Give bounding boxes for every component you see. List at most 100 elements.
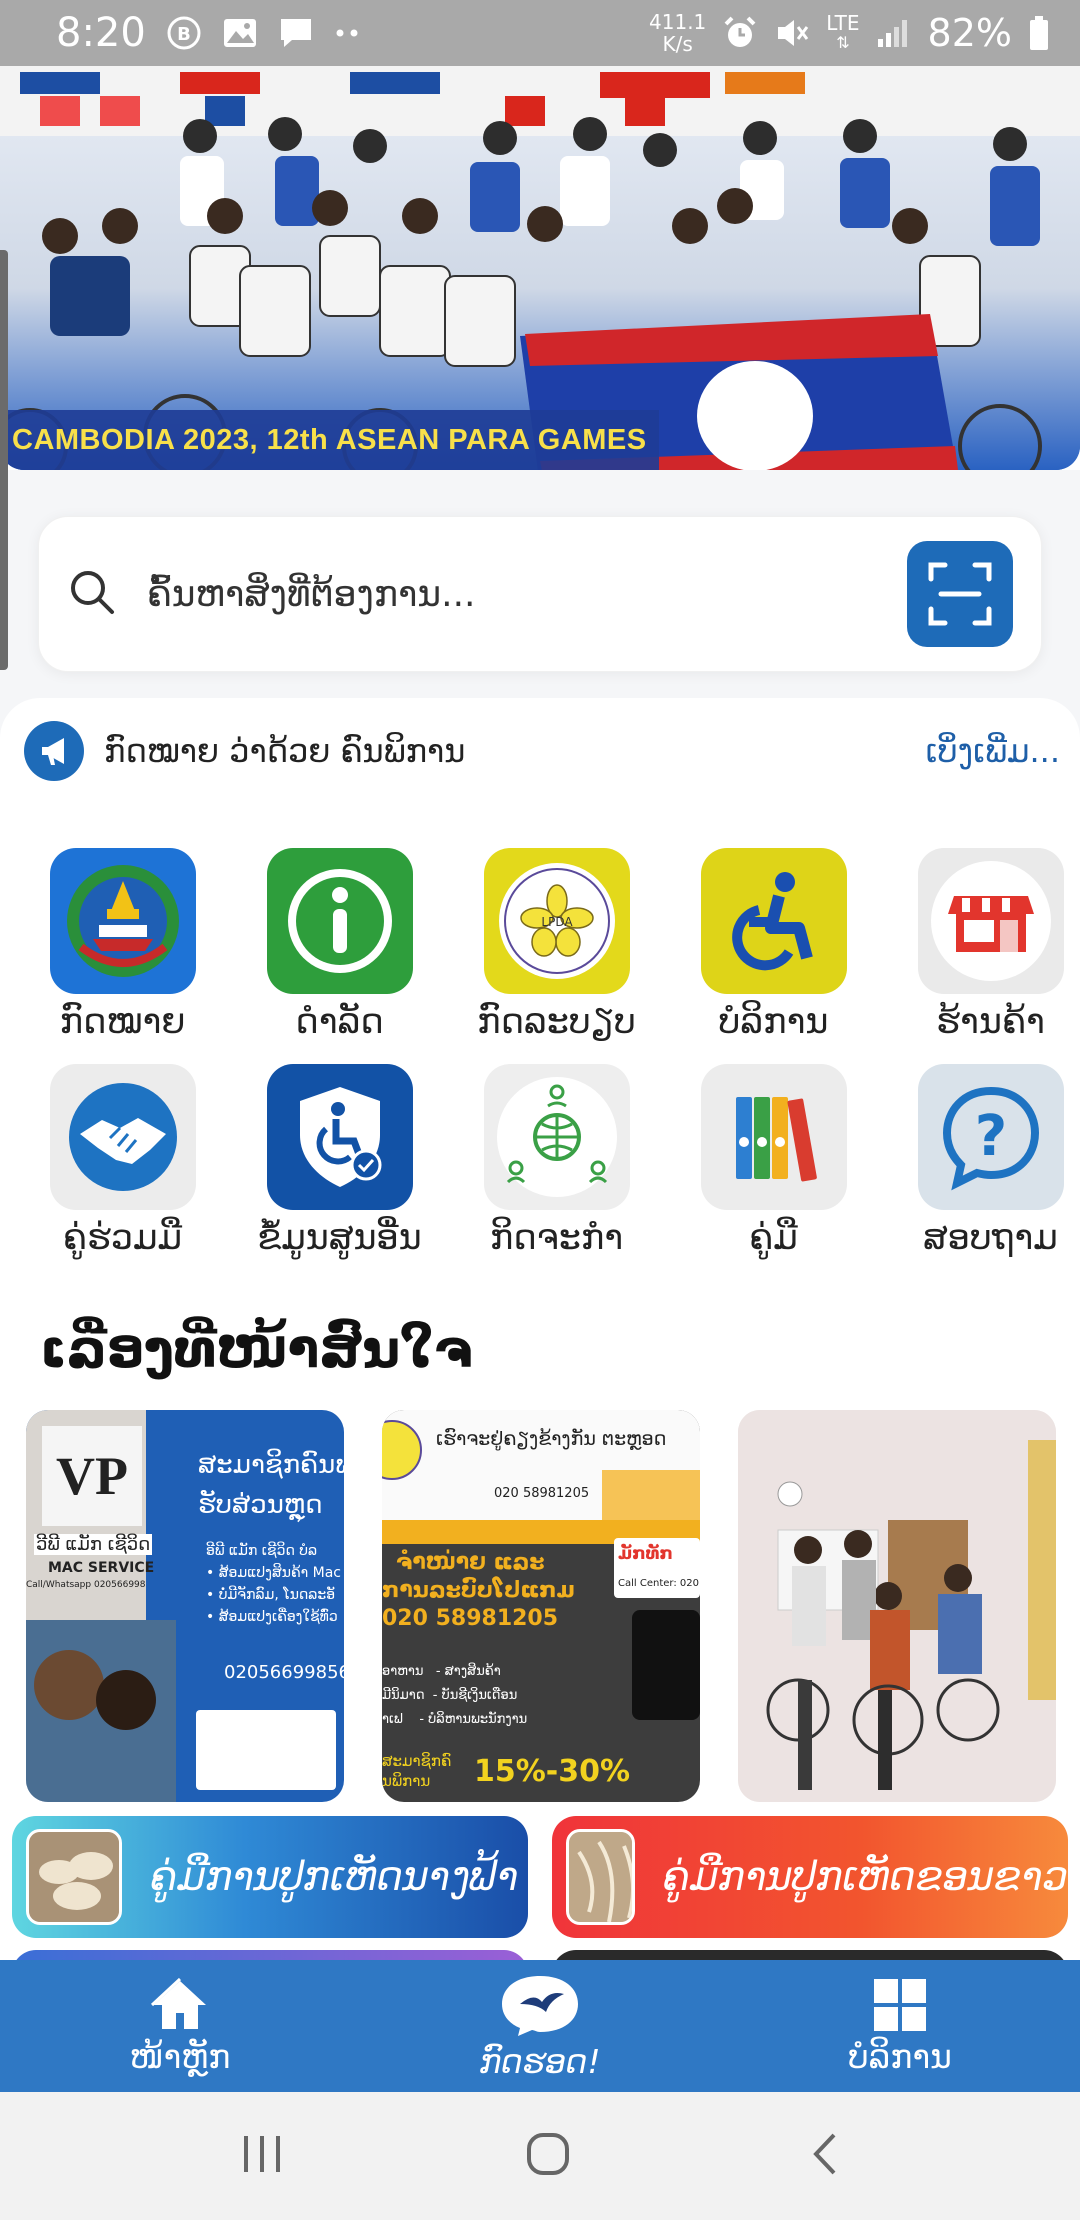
group-photo xyxy=(738,1410,1056,1802)
menu-item-partners[interactable]: ຄູ່ຮ່ວມມື xyxy=(14,1064,231,1258)
nav-center-label: ກົດຮອດ! xyxy=(479,2041,601,2081)
card1-brand: ວີພີ ແມັກ ເຊີວິດ xyxy=(34,1534,153,1555)
binders-icon xyxy=(700,1064,847,1210)
card2-discount-label: ສະມາຊິກຄົ xyxy=(382,1752,452,1770)
menu-label: ບໍລິການ xyxy=(718,1002,829,1042)
network-type: LTE ⇅ xyxy=(826,11,860,52)
scan-icon xyxy=(928,562,992,626)
nav-home[interactable]: ໜ້າຫຼັກ xyxy=(0,1960,360,2092)
lao-emblem-icon xyxy=(49,848,196,994)
system-navigation-bar xyxy=(0,2092,1080,2220)
home-button[interactable] xyxy=(525,2131,571,2181)
section-title: ເລື່ອງທີ່ໜ້າສົນໃຈ xyxy=(40,1320,473,1380)
featured-cards: VP ວີພີ ແມັກ ເຊີວິດ MAC SERVICE Call/Wha… xyxy=(26,1410,1056,1802)
back-button[interactable] xyxy=(810,2131,840,2181)
card2-discount-label2: ນພິການ xyxy=(382,1772,431,1790)
search-input[interactable]: ຄົ້ນຫາສິ່ງທີ່ຕ້ອງການ... xyxy=(147,574,907,615)
card2-row: ອາຫານ - ສາງສິນຄ້າ xyxy=(382,1664,501,1679)
card2-row: າເຟ - ບໍລິຫານພະນັກງານ xyxy=(382,1712,528,1727)
menu-label: ຄູ່ຮ່ວມມື xyxy=(62,1218,183,1258)
shop-icon xyxy=(917,848,1064,994)
svg-text:LPDA: LPDA xyxy=(541,915,573,929)
battery-icon xyxy=(1028,15,1050,51)
card2-headline: ເຮົາຈະຢູ່ຄຽງຂ້າງກັນ ຕະຫຼອດ xyxy=(436,1428,667,1450)
wheelchair-icon xyxy=(700,848,847,994)
more-dots-icon xyxy=(334,28,364,38)
speed-indicator: 411.1 K/s xyxy=(649,10,707,56)
promo-oyster-mushroom[interactable]: ຄູ່ມືການປູກເຫັດນາງຟ້າ xyxy=(12,1816,528,1938)
menu-label: ກິດຈະກຳ xyxy=(489,1218,624,1258)
message-icon xyxy=(278,16,314,50)
promo-enoki-mushroom[interactable]: ຄູ່ມືການປູກເຫັດຂອນຂາວ xyxy=(552,1816,1068,1938)
bird-chat-icon xyxy=(502,1975,578,2036)
card1-phone: 02056699856 xyxy=(224,1662,344,1683)
megaphone-icon xyxy=(24,721,84,781)
menu-item-decree[interactable]: ດຳລັດ xyxy=(231,848,448,1042)
grid-icon xyxy=(874,1978,926,2031)
question-icon: ? xyxy=(917,1064,1064,1210)
menu-item-service[interactable]: ບໍລິການ xyxy=(665,848,882,1042)
card2-phone-small: 020 58981205 xyxy=(494,1486,590,1501)
search-icon xyxy=(67,567,117,621)
b-notification-icon: B xyxy=(166,15,202,51)
scan-button[interactable] xyxy=(907,541,1013,647)
card2-brand: ມັກທັກ xyxy=(618,1544,673,1564)
card1-sub: ຮັບສ່ວນຫຼຸດ xyxy=(198,1490,323,1520)
hero-banner[interactable]: CAMBODIA 2023, 12th ASEAN PARA GAMES xyxy=(0,66,1080,470)
menu-grid: ກົດໝາຍ ດຳລັດ LPDA ກົດລະບຽບ ບໍລິການ ຮ້ານຄ… xyxy=(14,848,1074,1258)
menu-item-inquiry[interactable]: ? ສອບຖາມ xyxy=(882,1064,1080,1258)
network-globe-icon xyxy=(483,1064,630,1210)
card1-brand-en: MAC SERVICE xyxy=(48,1560,155,1576)
nav-services-label: ບໍລິການ xyxy=(848,2036,952,2076)
status-time: 8:20 xyxy=(56,10,146,56)
handshake-icon xyxy=(49,1064,196,1210)
card1-line: • ບໍ່ມີຈັກລົມ, ໂນດລະອັ xyxy=(206,1587,336,1603)
menu-item-law[interactable]: ກົດໝາຍ xyxy=(14,848,231,1042)
menu-item-shop[interactable]: ຮ້ານຄ້າ xyxy=(882,848,1080,1042)
menu-label: ກົດລະບຽບ xyxy=(477,1002,636,1042)
search-bar[interactable]: ຄົ້ນຫາສິ່ງທີ່ຕ້ອງການ... xyxy=(38,516,1042,672)
see-more-link[interactable]: ເບິ່ງເພີ່ມ... xyxy=(926,732,1060,770)
featured-card-group-photo[interactable] xyxy=(738,1410,1056,1802)
card1-line: • ສ້ອມແປງເຄື່ອງໃຊ້ທົ່ວ xyxy=(206,1609,338,1625)
card2-title2: ການລະບົບໂປແກມ xyxy=(382,1578,575,1603)
card2-title1: ຈຳໜ່າຍ ແລະ xyxy=(396,1550,545,1575)
recent-apps-button[interactable] xyxy=(240,2134,286,2178)
card2-phone: 020 58981205 xyxy=(382,1606,559,1631)
news-label: ກົດໝາຍ ວ່າດ້ວຍ ຄົນພິການ xyxy=(104,732,466,770)
promo-label: ຄູ່ມືການປູກເຫັດນາງຟ້າ xyxy=(150,1854,519,1900)
shield-wheelchair-icon xyxy=(266,1064,413,1210)
menu-item-other-centers[interactable]: ຂໍ້ມູນສູນອື່ນ xyxy=(231,1064,448,1258)
menu-label: ສອບຖາມ xyxy=(923,1218,1058,1258)
gallery-icon xyxy=(222,17,258,49)
card2-row: ມີນິມາດ - ບັນຊີເງິນເດືອນ xyxy=(382,1688,518,1703)
card1-whatsapp: Call/Whatsapp 02056699856 xyxy=(26,1580,146,1590)
home-icon xyxy=(150,1977,206,2029)
card1-headline: ສະມາຊິກຄົນພ xyxy=(198,1450,344,1480)
menu-item-manual[interactable]: ຄູ່ມື xyxy=(665,1064,882,1258)
mushroom-thumb xyxy=(26,1829,122,1925)
menu-item-regulation[interactable]: LPDA ກົດລະບຽບ xyxy=(448,848,665,1042)
promo-label: ຄູ່ມືການປູກເຫັດຂອນຂາວ xyxy=(662,1854,1068,1900)
featured-card-mac-service[interactable]: VP ວີພີ ແມັກ ເຊີວິດ MAC SERVICE Call/Wha… xyxy=(26,1410,344,1802)
signal-icon xyxy=(876,17,912,49)
status-bar: 8:20 B 411.1 K/s LTE ⇅ 82% xyxy=(0,0,1080,66)
menu-item-activities[interactable]: ກິດຈະກຳ xyxy=(448,1064,665,1258)
menu-label: ດຳລັດ xyxy=(295,1002,384,1042)
svg-text:?: ? xyxy=(974,1104,1006,1169)
menu-label: ຂໍ້ມູນສູນອື່ນ xyxy=(257,1218,422,1258)
nav-home-label: ໜ້າຫຼັກ xyxy=(129,2036,231,2076)
card1-line: • ສ້ອມແປງສິນຄ້າ Mac xyxy=(206,1565,341,1581)
nav-services[interactable]: ບໍລິການ xyxy=(720,1960,1080,2092)
nav-center[interactable]: ກົດຮອດ! xyxy=(360,1960,720,2092)
menu-label: ກົດໝາຍ xyxy=(59,1002,186,1042)
menu-label: ຮ້ານຄ້າ xyxy=(936,1002,1045,1042)
edge-panel-handle[interactable] xyxy=(0,250,8,670)
mushroom-thumb xyxy=(566,1829,635,1925)
mute-icon xyxy=(774,15,810,51)
card2-call-center: Call Center: 020 xyxy=(618,1578,699,1589)
featured-card-makthak[interactable]: ເຮົາຈະຢູ່ຄຽງຂ້າງກັນ ຕະຫຼອດ 020 58981205 … xyxy=(382,1410,700,1802)
news-row[interactable]: ກົດໝາຍ ວ່າດ້ວຍ ຄົນພິການ ເບິ່ງເພີ່ມ... xyxy=(24,720,1060,782)
battery-percent: 82% xyxy=(927,11,1012,55)
menu-label: ຄູ່ມື xyxy=(749,1218,798,1258)
